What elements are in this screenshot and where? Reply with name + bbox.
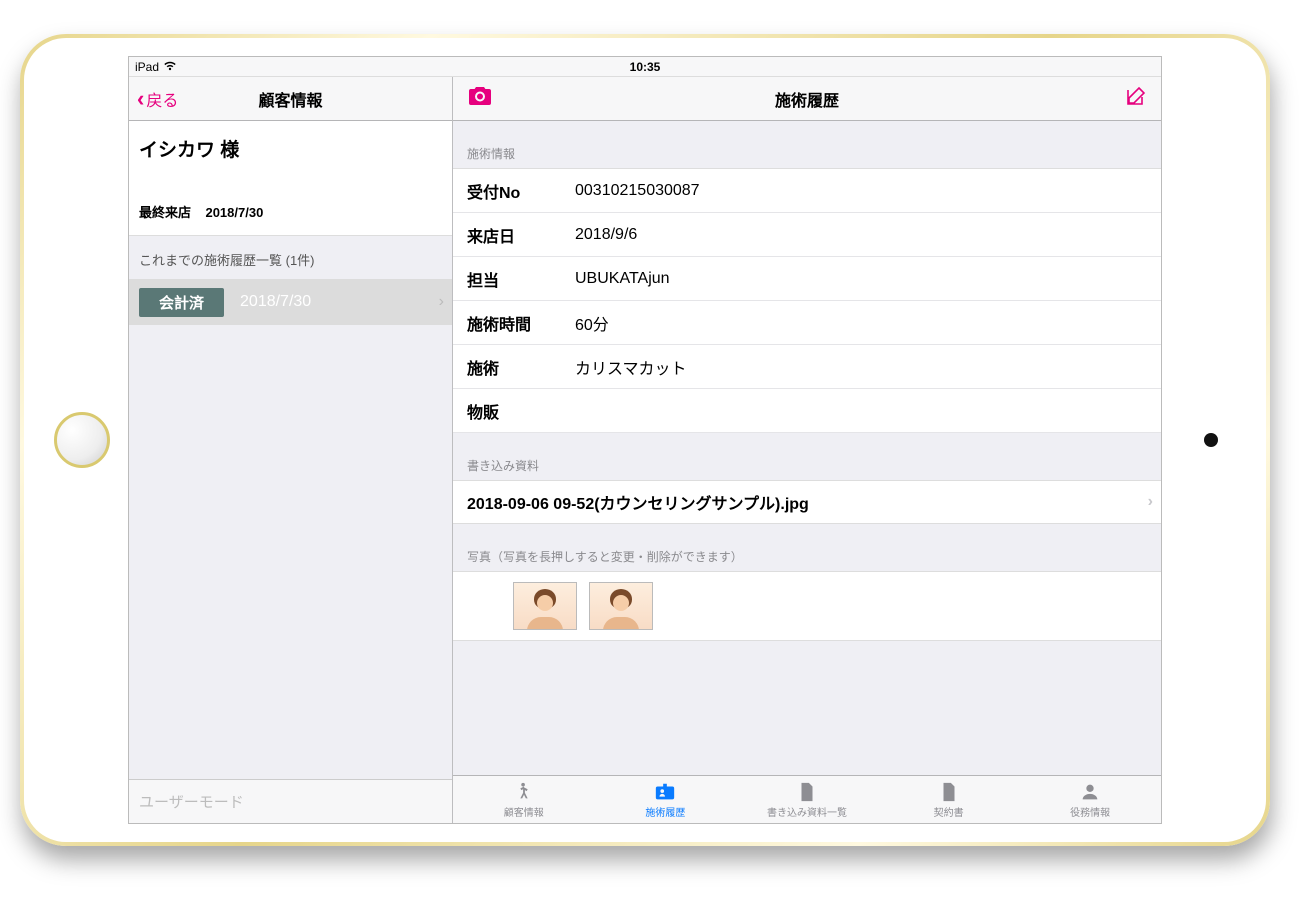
document-file-row[interactable]: 2018-09-06 09-52(カウンセリングサンプル).jpg ›: [453, 480, 1161, 524]
right-pane: 施術履歴 施術情報 受付No 00310215030087: [453, 77, 1161, 823]
photo-thumbnail[interactable]: [513, 582, 577, 630]
id-card-icon: [654, 781, 676, 803]
chevron-right-icon: ›: [1148, 493, 1153, 511]
wifi-icon: [163, 60, 177, 74]
section-photos: 写真（写真を長押しすると変更・削除ができます）: [453, 524, 1161, 571]
tab-customer-info[interactable]: 顧客情報: [453, 776, 595, 823]
status-time: 10:35: [630, 60, 661, 74]
last-visit-value: 2018/7/30: [205, 205, 263, 220]
status-bar: iPad 10:35: [129, 57, 1161, 77]
tab-contract[interactable]: 契約書: [878, 776, 1020, 823]
chevron-left-icon: ‹: [137, 88, 144, 110]
home-button[interactable]: [54, 412, 110, 468]
left-title: 顧客情報: [258, 87, 322, 111]
camera-icon: [467, 85, 493, 107]
history-list-header: これまでの施術履歴一覧 (1件): [129, 236, 452, 279]
document-icon: [796, 781, 818, 803]
ipad-bezel: iPad 10:35 ‹ 戻る 顧客情報: [24, 38, 1266, 842]
row-treatment: 施術 カリスマカット: [453, 345, 1161, 389]
tab-documents-list[interactable]: 書き込み資料一覧: [736, 776, 878, 823]
section-documents: 書き込み資料: [453, 433, 1161, 480]
treatment-info-table: 受付No 00310215030087 来店日 2018/9/6 担当 UBUK…: [453, 168, 1161, 433]
left-footer-mode: ユーザーモード: [129, 779, 452, 823]
left-pane: ‹ 戻る 顧客情報 イシカワ 様 最終来店 2018/7/30 こ: [129, 77, 453, 823]
row-duration: 施術時間 60分: [453, 301, 1161, 345]
right-scroll[interactable]: 施術情報 受付No 00310215030087 来店日 2018/9/6: [453, 121, 1161, 775]
right-nav-bar: 施術履歴: [453, 77, 1161, 121]
back-button[interactable]: ‹ 戻る: [137, 87, 178, 111]
ipad-frame: iPad 10:35 ‹ 戻る 顧客情報: [20, 34, 1270, 846]
row-visit-date: 来店日 2018/9/6: [453, 213, 1161, 257]
row-reception-no: 受付No 00310215030087: [453, 169, 1161, 213]
compose-icon: [1125, 85, 1147, 107]
front-camera: [1204, 433, 1218, 447]
chevron-right-icon: ›: [439, 293, 444, 311]
last-visit-label: 最終来店: [139, 205, 191, 220]
camera-button[interactable]: [467, 85, 493, 112]
status-badge: 会計済: [139, 288, 224, 317]
history-row[interactable]: 会計済 2018/7/30 ›: [129, 279, 452, 325]
document-icon: [938, 781, 960, 803]
document-file-name: 2018-09-06 09-52(カウンセリングサンプル).jpg: [467, 490, 809, 514]
person-icon: [1079, 781, 1101, 803]
person-walk-icon: [513, 781, 535, 803]
row-goods: 物販: [453, 389, 1161, 433]
customer-name: イシカワ 様: [139, 135, 442, 162]
last-visit: 最終来店 2018/7/30: [139, 202, 442, 221]
split-view: ‹ 戻る 顧客情報 イシカワ 様 最終来店 2018/7/30 こ: [129, 77, 1161, 823]
tab-service-info[interactable]: 役務情報: [1019, 776, 1161, 823]
photo-thumbnail[interactable]: [589, 582, 653, 630]
history-row-date: 2018/7/30: [240, 293, 311, 311]
back-label: 戻る: [146, 87, 178, 111]
screen: iPad 10:35 ‹ 戻る 顧客情報: [128, 56, 1162, 824]
compose-button[interactable]: [1125, 85, 1147, 112]
row-staff: 担当 UBUKATAjun: [453, 257, 1161, 301]
section-treatment-info: 施術情報: [453, 121, 1161, 168]
right-title: 施術履歴: [775, 87, 839, 111]
tab-treatment-history[interactable]: 施術履歴: [595, 776, 737, 823]
customer-card: イシカワ 様 最終来店 2018/7/30: [129, 121, 452, 236]
tab-bar: 顧客情報 施術履歴 書き込み資料一覧 契約書: [453, 775, 1161, 823]
photo-strip: [453, 571, 1161, 641]
status-device: iPad: [135, 60, 159, 74]
left-nav-bar: ‹ 戻る 顧客情報: [129, 77, 452, 121]
